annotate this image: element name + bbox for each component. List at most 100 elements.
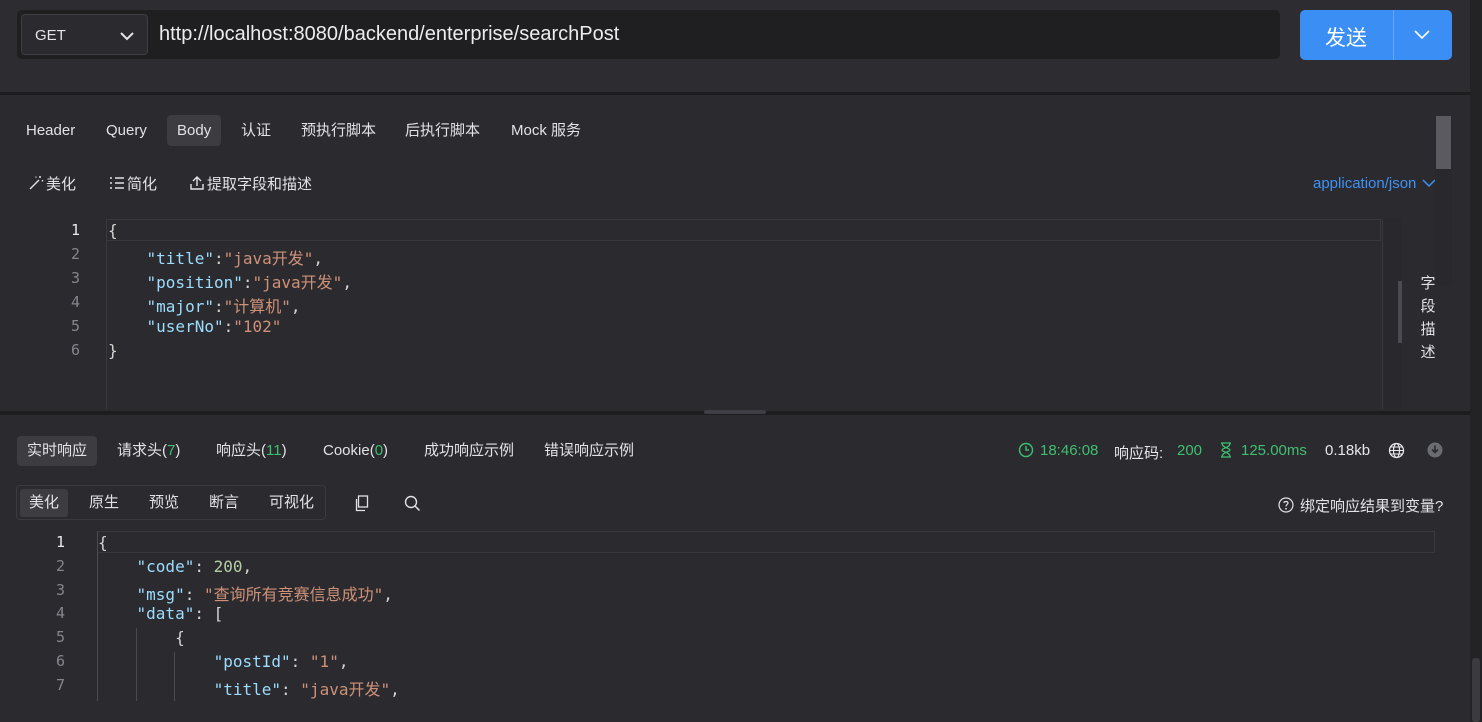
json-key: "postId" [213,652,291,671]
line-number: 2 [55,556,65,575]
response-scrollbar-thumb[interactable] [1436,116,1451,169]
json-punctuation [98,585,137,604]
close-paren: ) [383,442,389,459]
search-icon[interactable] [404,495,421,512]
line-number: 5 [70,317,80,335]
list-icon [110,177,124,189]
bind-to-variable-label: 绑定响应结果到变量? [1300,498,1444,515]
json-punctuation [98,680,214,699]
globe-icon[interactable] [1388,442,1405,459]
json-punctuation: , [383,584,393,604]
tab-body[interactable]: Body [167,115,222,146]
line-number: 4 [55,604,65,623]
status-code: 200 [1177,442,1203,459]
json-punctuation [98,604,137,623]
beautify-label: 美化 [46,176,77,193]
response-size: 0.18kb [1325,442,1371,459]
tab-query[interactable]: Query [96,115,157,146]
json-string: "查询所有竞赛信息成功" [203,584,384,604]
line-number: 1 [55,533,65,551]
tab-pre-script[interactable]: 预执行脚本 [291,115,386,146]
method-label: GET [35,27,66,44]
tab-response-headers[interactable]: 响应头(11) [206,436,297,466]
status-code-label: 响应码: [1114,445,1164,462]
clock-icon [1018,442,1034,458]
tab-label: Cookie( [323,442,375,459]
json-string: "java开发" [223,249,314,268]
url-input[interactable]: http://localhost:8080/backend/enterprise… [159,23,619,46]
tab-header[interactable]: Header [16,115,85,146]
tab-error-example[interactable]: 错误响应示例 [534,436,644,466]
json-punctuation: : [290,652,310,671]
request-body-editor[interactable]: 1{2 "title":"java开发", 3 "position":"java开… [0,219,1402,409]
view-tab-preview[interactable]: 预览 [140,489,188,517]
splitter-handle[interactable] [704,410,766,414]
view-tab-assert[interactable]: 断言 [200,489,248,517]
help-circle-icon [1278,497,1294,513]
json-punctuation: { [108,221,118,240]
code-line: "major":"计算机", [108,293,301,317]
current-line-highlight [97,531,1435,553]
send-button[interactable]: 发送 [1300,10,1452,60]
tab-post-script[interactable]: 后执行脚本 [395,115,490,146]
json-punctuation: , [338,652,349,671]
json-key: "data" [136,604,195,624]
view-tab-visualize[interactable]: 可视化 [260,489,323,517]
json-punctuation: : [223,317,234,336]
content-type-label: application/json [1313,175,1417,192]
view-tab-pretty[interactable]: 美化 [20,489,69,517]
line-number: 6 [55,652,65,670]
line-number: 5 [55,628,65,647]
window-edge [1470,0,1482,722]
json-key: "title" [146,249,214,268]
json-punctuation [108,317,147,336]
json-string: "1" [309,652,339,671]
tab-mock[interactable]: Mock 服务 [501,115,591,146]
json-key: "title" [213,679,282,699]
json-punctuation [108,297,147,316]
close-paren: ) [281,442,287,459]
response-time: 18:46:08 [1040,442,1099,459]
beautify-button[interactable]: 美化 [28,173,76,194]
json-string: "102" [233,317,282,336]
simplify-button[interactable]: 简化 [109,173,157,194]
view-tab-raw[interactable]: 原生 [80,489,128,517]
extract-fields-button[interactable]: 提取字段和描述 [189,173,312,194]
tab-success-example[interactable]: 成功响应示例 [414,436,524,466]
tab-request-headers[interactable]: 请求头(7) [107,436,190,466]
json-punctuation: , [242,556,253,576]
chevron-down-icon[interactable] [1413,27,1431,43]
json-key: "code" [136,556,195,576]
json-punctuation: : [242,273,253,292]
line-number: 3 [55,580,65,599]
tab-cookie[interactable]: Cookie(0) [313,436,398,466]
json-string: "java开发" [300,679,391,699]
json-punctuation: , [342,273,352,292]
close-paren: ) [175,442,181,459]
json-punctuation: , [390,679,400,699]
bind-to-variable-button[interactable]: 绑定响应结果到变量? [1278,495,1443,516]
tab-auth[interactable]: 认证 [231,115,281,146]
json-string: "计算机" [223,297,291,316]
json-punctuation: { [98,628,185,648]
download-icon[interactable] [1427,442,1443,458]
code-line: "data": [ [98,604,224,624]
upload-icon [190,176,204,190]
line-number: 7 [55,675,65,694]
method-select[interactable]: GET [21,14,148,55]
side-label-char: 描 [1420,321,1436,338]
field-description-panel-toggle[interactable]: 字段描述 [1420,272,1436,364]
json-punctuation [98,652,214,671]
content-type-select[interactable]: application/json [1313,175,1436,192]
json-punctuation: : [281,679,301,699]
simplify-label: 简化 [127,176,158,193]
json-punctuation: : [213,249,224,268]
tab-realtime-response[interactable]: 实时响应 [17,436,98,466]
editor-scrollbar-thumb[interactable] [1398,281,1402,343]
response-body-viewer[interactable]: 1{2 "code": 200, 3 "msg": "查询所有竞赛信息成功", 4 … [0,531,1455,701]
hourglass-icon [1221,442,1231,458]
side-label-char: 字 [1420,275,1436,292]
tab-label: 请求头( [117,442,167,459]
copy-icon[interactable] [354,495,370,512]
url-container: GET http://localhost:8080/backend/enterp… [17,10,1280,59]
